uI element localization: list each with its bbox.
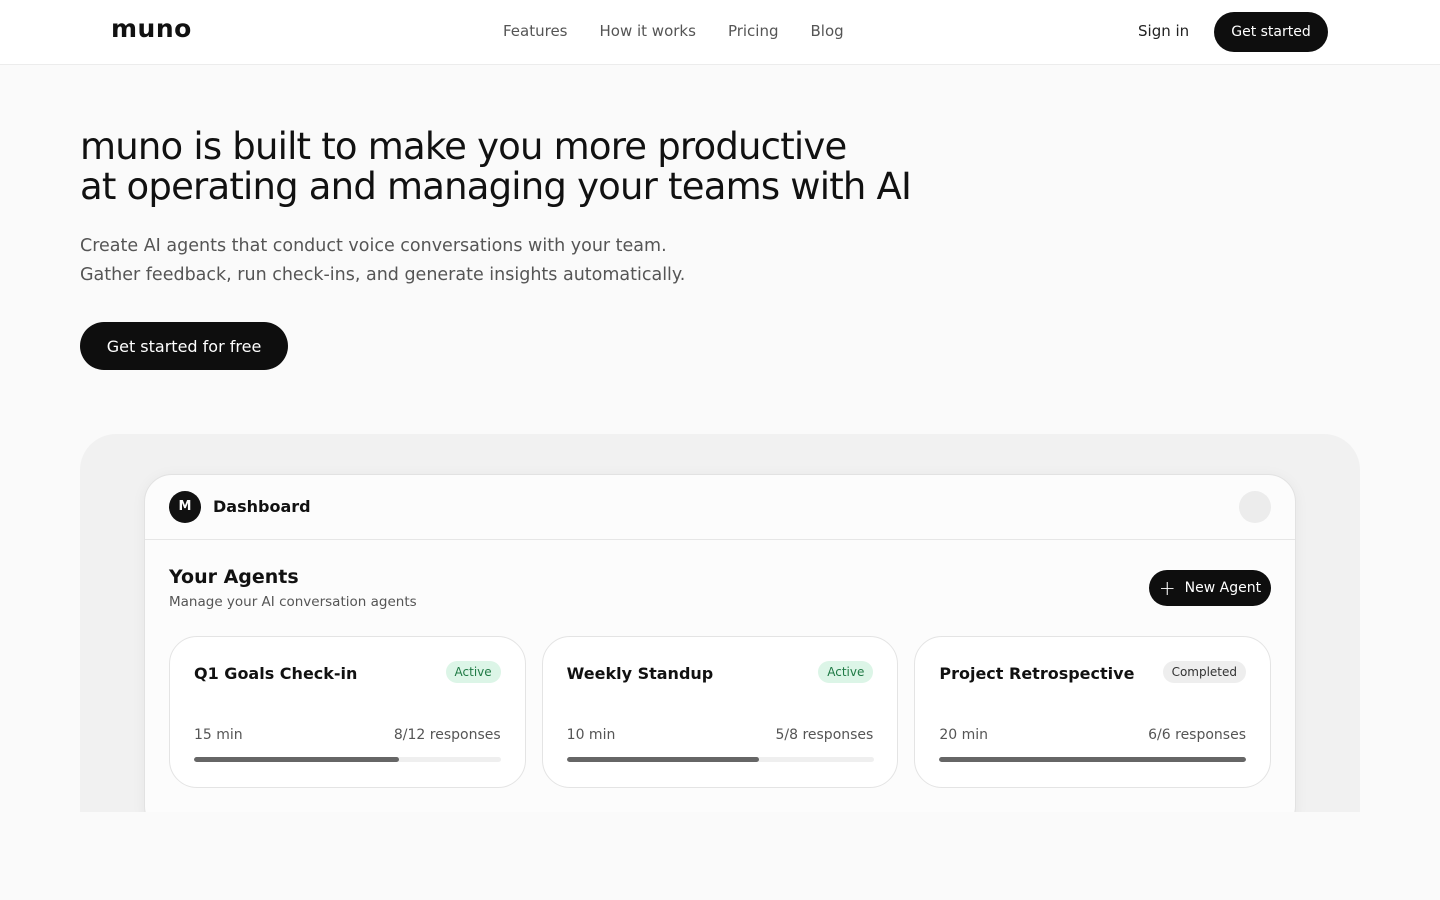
new-agent-label: New Agent — [1184, 580, 1262, 596]
agents-section-subtitle: Manage your AI conversation agents — [169, 594, 417, 610]
progress-bar — [566, 757, 874, 762]
plus-icon: + — [1158, 576, 1176, 600]
progress-bar — [194, 757, 501, 762]
get-started-button[interactable]: Get started — [1214, 12, 1328, 52]
hero-title: muno is built to make you more productiv… — [80, 127, 980, 207]
dashboard-title: Dashboard — [213, 497, 311, 516]
agent-card[interactable]: Q1 Goals Check-in Active 15 min 8/12 res… — [169, 636, 526, 788]
dashboard-header: M Dashboard — [145, 475, 1295, 540]
agent-name: Project Retrospective — [939, 664, 1135, 683]
workspace-avatar[interactable]: M — [169, 491, 201, 523]
nav-pricing[interactable]: Pricing — [728, 22, 779, 40]
progress-bar — [939, 757, 1247, 762]
get-started-free-button[interactable]: Get started for free — [80, 322, 288, 370]
agent-card[interactable]: Weekly Standup Active 10 min 5/8 respons… — [541, 636, 899, 788]
nav-features[interactable]: Features — [503, 22, 568, 40]
agent-duration: 20 min — [939, 727, 989, 743]
hero-subtitle: Create AI agents that conduct voice conv… — [80, 232, 840, 290]
progress-fill — [194, 757, 399, 762]
top-navbar: muno Features How it works Pricing Blog … — [0, 0, 1440, 65]
hero-title-line-1: muno is built to make you more productiv… — [80, 125, 847, 168]
agent-responses: 8/12 responses — [393, 727, 501, 743]
dashboard-preview: M Dashboard Your Agents Manage your AI c… — [144, 474, 1296, 812]
main-nav: Features How it works Pricing Blog — [503, 22, 844, 40]
nav-how-it-works[interactable]: How it works — [600, 22, 696, 40]
progress-fill — [939, 757, 1247, 762]
agent-responses: 5/8 responses — [775, 727, 874, 743]
sign-in-link[interactable]: Sign in — [1138, 22, 1189, 40]
progress-fill — [566, 757, 759, 762]
agent-responses: 6/6 responses — [1148, 727, 1247, 743]
product-showcase: M Dashboard Your Agents Manage your AI c… — [80, 434, 1360, 812]
new-agent-button[interactable]: + New Agent — [1149, 570, 1271, 606]
hero-subtitle-line-1: Create AI agents that conduct voice conv… — [80, 236, 667, 256]
agent-duration: 10 min — [566, 727, 616, 743]
agent-cards: Q1 Goals Check-in Active 15 min 8/12 res… — [169, 636, 1272, 788]
status-badge: Active — [445, 661, 501, 683]
agent-name: Weekly Standup — [566, 664, 714, 683]
hero-title-line-2: at operating and managing your teams wit… — [80, 165, 912, 208]
hero-subtitle-line-2: Gather feedback, run check-ins, and gene… — [80, 265, 686, 285]
muno-logo[interactable]: muno — [111, 14, 192, 43]
agent-card[interactable]: Project Retrospective Completed 20 min 6… — [914, 636, 1272, 788]
agents-section-title: Your Agents — [169, 566, 299, 588]
user-avatar[interactable] — [1239, 491, 1271, 523]
status-badge: Completed — [1162, 661, 1247, 683]
nav-blog[interactable]: Blog — [811, 22, 844, 40]
status-badge: Active — [818, 661, 874, 683]
agent-duration: 15 min — [194, 727, 243, 743]
agent-name: Q1 Goals Check-in — [194, 664, 358, 683]
